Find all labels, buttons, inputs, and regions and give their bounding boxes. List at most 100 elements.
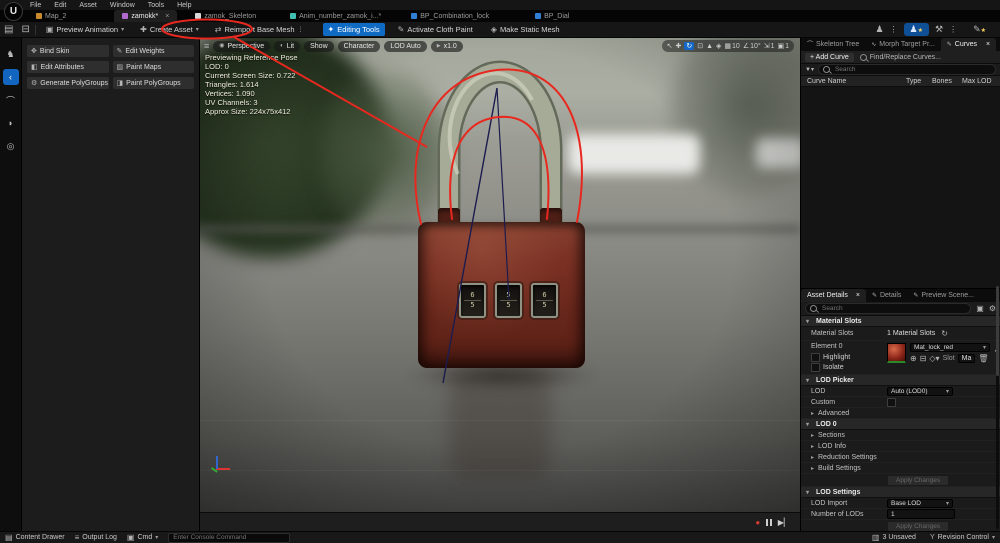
- section-lod0[interactable]: ▾LOD 0: [801, 419, 1000, 430]
- material-select-dropdown[interactable]: Mat_lock_red▾: [910, 343, 990, 352]
- create-asset-button[interactable]: ✚ Create Asset▾: [135, 23, 204, 36]
- find-replace-curves-button[interactable]: Find/Replace Curves...: [860, 54, 941, 61]
- col-type[interactable]: Type: [906, 78, 932, 85]
- perspective-selector[interactable]: ◉Perspective: [213, 41, 270, 52]
- bind-skin-button[interactable]: ✥Bind Skin: [27, 45, 109, 57]
- tab-asset-details[interactable]: Asset Details×: [801, 289, 866, 302]
- revision-control-button[interactable]: YRevision Control▾: [930, 534, 995, 541]
- surface-snap-icon[interactable]: ◈: [716, 42, 721, 50]
- scrollbar-track[interactable]: [996, 286, 999, 529]
- asset-details-search-input[interactable]: [820, 304, 966, 313]
- character-menu[interactable]: Character: [338, 41, 381, 52]
- world-space-icon[interactable]: ▲: [706, 43, 713, 50]
- menu-help[interactable]: Help: [177, 2, 191, 9]
- pause-button[interactable]: [766, 519, 772, 526]
- use-selected-asset-icon[interactable]: ⊕: [910, 355, 917, 363]
- cloth-tools-icon[interactable]: ◗: [3, 115, 19, 131]
- menu-edit[interactable]: Edit: [54, 2, 66, 9]
- asset-details-search-field[interactable]: [805, 303, 971, 314]
- tab-preview-scene[interactable]: ✎Preview Scene...: [907, 289, 980, 302]
- grid-snap-toggle[interactable]: ▦10: [724, 42, 739, 50]
- animation-mode-icon[interactable]: ⚒: [935, 25, 943, 34]
- col-max-lod[interactable]: Max LOD: [962, 78, 994, 85]
- make-static-mesh-button[interactable]: ◈ Make Static Mesh: [486, 23, 565, 36]
- settings-tools-icon[interactable]: ◎: [3, 138, 19, 154]
- bone-tools-icon[interactable]: ⌒: [3, 92, 19, 108]
- tab-zamok-skeleton[interactable]: zamok_Skeleton: [187, 10, 264, 22]
- tab-bp-combination-lock[interactable]: BP_Combination_lock: [403, 10, 497, 22]
- reduction-settings-row[interactable]: ▸Reduction Settings: [801, 452, 1000, 463]
- refresh-materials-icon[interactable]: ↻: [941, 330, 948, 338]
- preview-animation-button[interactable]: ▣ Preview Animation▾: [41, 23, 129, 36]
- mesh-mode-icon-active[interactable]: ♟★: [904, 23, 929, 36]
- lod-dropdown[interactable]: Auto (LOD0)▾: [887, 387, 953, 396]
- custom-checkbox[interactable]: [887, 398, 896, 407]
- curve-search-input[interactable]: [833, 65, 991, 74]
- cmd-selector[interactable]: ▣Cmd▾: [127, 534, 158, 542]
- tab-bp-dial[interactable]: BP_Dial: [527, 10, 577, 22]
- section-lod-settings[interactable]: ▾LOD Settings: [801, 487, 1000, 498]
- tab-curves[interactable]: ✎Curves×: [941, 38, 996, 51]
- playback-speed-menu[interactable]: ▶x1.0: [431, 41, 463, 52]
- edit-attributes-button[interactable]: ◧Edit Attributes: [27, 61, 109, 73]
- browse-asset-icon[interactable]: ⊟: [920, 355, 927, 363]
- highlight-checkbox[interactable]: [811, 353, 820, 362]
- section-lod-picker[interactable]: ▾LOD Picker: [801, 375, 1000, 386]
- kebab-menu-icon[interactable]: ⋮: [890, 26, 898, 34]
- sections-row[interactable]: ▸Sections: [801, 430, 1000, 441]
- filter-icon[interactable]: ▼▾: [805, 67, 814, 73]
- reimport-base-mesh-button[interactable]: ⇄ Reimport Base Mesh⋮: [210, 23, 309, 36]
- curve-search-field[interactable]: [818, 64, 996, 75]
- camera-speed-control[interactable]: ▣1: [777, 42, 789, 50]
- tab-details[interactable]: ✎Details: [866, 289, 907, 302]
- scale-snap-toggle[interactable]: ⇲1: [764, 42, 775, 50]
- activate-cloth-paint-button[interactable]: ✎ Activate Cloth Paint: [393, 23, 478, 36]
- output-log-button[interactable]: ≡Output Log: [75, 534, 117, 542]
- delete-slot-icon[interactable]: 🗑: [978, 355, 988, 363]
- menu-file[interactable]: File: [30, 2, 41, 9]
- isolate-checkbox[interactable]: [811, 363, 820, 372]
- tab-morph-target[interactable]: ∿Morph Target Pr...: [865, 38, 941, 51]
- record-button[interactable]: ●: [755, 518, 760, 527]
- 3d-viewport[interactable]: 65 55 65 ≡ ◉Perspective ◐Lit Show Charac…: [200, 38, 800, 512]
- panel-settings-icon[interactable]: ⚙: [989, 305, 996, 313]
- lod-auto-menu[interactable]: LOD Auto: [384, 41, 426, 52]
- scrollbar-thumb[interactable]: [996, 286, 999, 376]
- apply-changes-button[interactable]: Apply Changes: [887, 475, 949, 486]
- edit-weights-button[interactable]: ✎Edit Weights: [113, 45, 195, 57]
- skeleton-mode-icon[interactable]: ♟: [875, 25, 883, 34]
- step-forward-button[interactable]: ▶▏: [778, 518, 790, 527]
- tab-map2[interactable]: Map_2: [28, 10, 74, 22]
- paint-maps-button[interactable]: ▨Paint Maps: [113, 61, 195, 73]
- lod-import-dropdown[interactable]: Base LOD▾: [887, 499, 953, 508]
- curve-list-empty[interactable]: [801, 87, 1000, 289]
- editing-tools-button[interactable]: ✦ Editing Tools: [323, 23, 385, 36]
- unsaved-assets-button[interactable]: ▥3 Unsaved: [872, 534, 916, 542]
- console-command-input[interactable]: [168, 533, 290, 543]
- show-menu[interactable]: Show: [304, 41, 334, 52]
- rotation-snap-toggle[interactable]: ∠10°: [743, 42, 761, 50]
- close-tab-icon[interactable]: ×: [165, 13, 169, 20]
- animation-tools-icon[interactable]: ♞: [3, 46, 19, 62]
- scale-tool-icon[interactable]: ⊡: [697, 42, 703, 50]
- apply-changes-button[interactable]: Apply Changes: [887, 521, 949, 532]
- lod-info-row[interactable]: ▸LOD Info: [801, 441, 1000, 452]
- generate-polygroups-button[interactable]: ⚙Generate PolyGroups: [27, 77, 109, 89]
- translate-tool-icon[interactable]: ✚: [675, 42, 681, 50]
- content-drawer-button[interactable]: ▤Content Drawer: [5, 534, 65, 542]
- col-curve-name[interactable]: Curve Name: [807, 78, 906, 85]
- tab-zamokk[interactable]: zamokk* ×: [114, 10, 177, 22]
- number-of-lods-input[interactable]: [887, 509, 955, 519]
- asset-options-icon[interactable]: ◇▾: [929, 355, 939, 363]
- advanced-row[interactable]: ▸Advanced: [801, 408, 1000, 419]
- lock-panel-icon[interactable]: ▣: [976, 305, 984, 313]
- viewport-menu-icon[interactable]: ≡: [204, 42, 209, 51]
- close-tab-icon[interactable]: ×: [986, 41, 990, 48]
- col-bones[interactable]: Bones: [932, 78, 962, 85]
- tab-anim-number-zamok[interactable]: Anim_number_zamok_i...*: [282, 10, 389, 22]
- menu-asset[interactable]: Asset: [79, 2, 97, 9]
- skinning-tools-icon[interactable]: ‹: [3, 69, 19, 85]
- kebab-menu-icon[interactable]: ⋮: [949, 26, 957, 34]
- close-tab-icon[interactable]: ×: [856, 292, 860, 299]
- slot-name-field[interactable]: Ma: [958, 354, 976, 363]
